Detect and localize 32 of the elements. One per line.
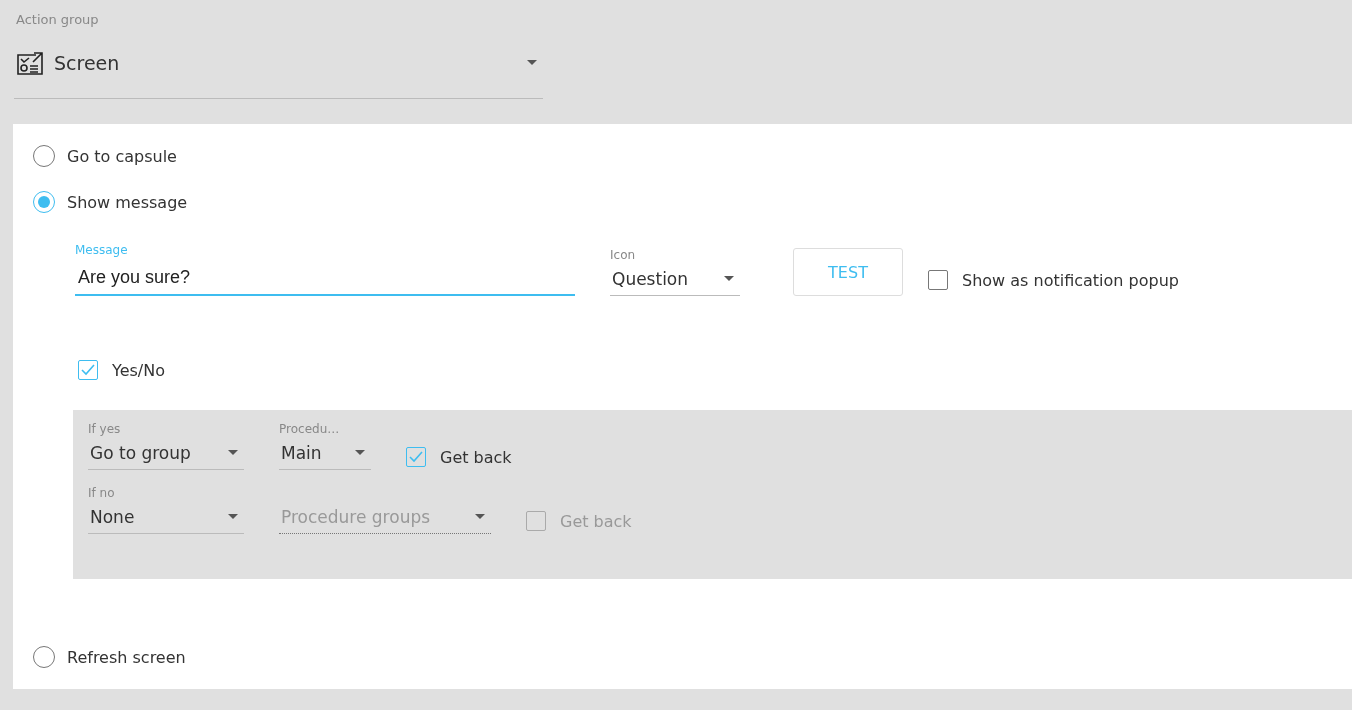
radio-label: Show message: [67, 192, 188, 212]
radio-button[interactable]: [33, 191, 55, 213]
dropdown[interactable]: Go to group: [88, 440, 244, 470]
screen-chart-icon: [16, 50, 44, 75]
field-label: Icon: [610, 248, 637, 264]
dropdown[interactable]: Question: [610, 266, 740, 296]
field-label: Procedu…: [279, 422, 341, 438]
caret-icon: [355, 450, 365, 455]
caret-icon: [228, 514, 238, 519]
checkbox-label: Show as notification popup: [962, 270, 1179, 290]
caret-icon: [527, 60, 537, 65]
caret-icon: [228, 450, 238, 455]
field-label: Action group: [15, 12, 100, 27]
checkbox-label: Yes/No: [112, 360, 165, 380]
checkbox-label: Get back: [560, 511, 632, 531]
radio-label: Refresh screen: [67, 647, 186, 667]
checkbox-label: Get back: [440, 447, 512, 467]
radio-label: Go to capsule: [67, 146, 177, 166]
dropdown[interactable]: None: [88, 504, 244, 534]
caret-icon: [475, 514, 485, 519]
checkbox[interactable]: [928, 270, 948, 290]
dropdown[interactable]: Screen: [14, 31, 543, 99]
dropdown[interactable]: Main: [279, 440, 371, 470]
message-input[interactable]: Are you sure?: [75, 263, 575, 296]
checkbox[interactable]: [406, 447, 426, 467]
field-label: If yes: [88, 422, 122, 438]
field-label: Message: [75, 243, 129, 259]
field-label: If no: [88, 486, 116, 502]
checkbox[interactable]: [78, 360, 98, 380]
radio-button[interactable]: [33, 646, 55, 668]
radio-button[interactable]: [33, 145, 55, 167]
caret-icon: [724, 276, 734, 281]
